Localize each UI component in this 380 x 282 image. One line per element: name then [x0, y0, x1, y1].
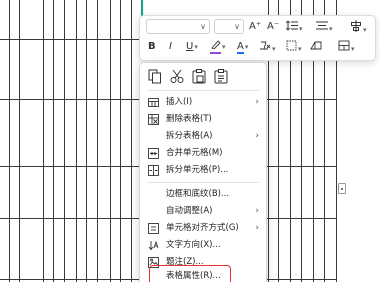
- chevron-down-icon: ∨: [234, 22, 240, 31]
- menu-item-delete-table[interactable]: 删除表格(T): [142, 111, 264, 128]
- menu-item-text-direction[interactable]: 文字方向(X)...: [142, 237, 264, 254]
- submenu-arrow-icon: ›: [255, 131, 259, 141]
- font-color-button[interactable]: A▾: [237, 40, 248, 54]
- eraser-button[interactable]: [310, 40, 322, 56]
- menu-item-split-cells[interactable]: 拆分单元格(P)...: [142, 162, 264, 179]
- context-menu: 插入(I) › 删除表格(T) 拆分表格(A) › 合并单元格(M) 拆分单元格…: [139, 62, 267, 282]
- submenu-arrow-icon: ›: [255, 206, 259, 216]
- menu-item-label: 合并单元格(M): [166, 148, 223, 158]
- menu-item-label: 插入(I): [166, 97, 193, 107]
- menu-item-label: 边框和底纹(B)...: [166, 189, 230, 199]
- highlight-annotation-box: [149, 265, 231, 282]
- line-spacing-icon: [285, 20, 298, 31]
- menu-divider: [147, 90, 259, 91]
- clipboard-row: [146, 67, 230, 87]
- character-shading-button[interactable]: ▾: [259, 40, 276, 56]
- submenu-arrow-icon: ›: [255, 97, 259, 107]
- cut-icon[interactable]: [168, 67, 186, 85]
- highlight-button[interactable]: ▾: [210, 40, 226, 54]
- menu-item-label: 删除表格(T): [166, 114, 212, 124]
- insert-rows-icon: [338, 40, 350, 51]
- clear-format-icon: [260, 41, 271, 50]
- delete-table-icon: [148, 114, 159, 125]
- merge-cells-icon: [148, 148, 159, 159]
- italic-button[interactable]: I: [169, 40, 172, 54]
- menu-item-split-table[interactable]: 拆分表格(A) ›: [142, 128, 264, 145]
- highlighter-icon: [210, 40, 221, 54]
- copy-icon[interactable]: [146, 67, 164, 85]
- paste-text-only-icon[interactable]: [212, 67, 230, 85]
- insert-table-icon: [148, 98, 159, 107]
- paste-icon[interactable]: [190, 67, 208, 85]
- menu-item-insert[interactable]: 插入(I) ›: [142, 94, 264, 111]
- menu-item-label: 拆分表格(A): [166, 131, 213, 141]
- align-button[interactable]: ▾: [316, 20, 333, 36]
- table-style-button[interactable]: ▾: [350, 20, 367, 37]
- bold-button[interactable]: B: [148, 40, 156, 54]
- menu-item-autofit[interactable]: 自动调整(A) ›: [142, 203, 264, 220]
- floating-format-toolbar: ∨ ∨ A⁺ A⁻ ▾ ▾ ▾ B I U▾ ▾ A▾ ▾ ▾ ▾: [139, 15, 376, 61]
- eraser-icon: [310, 41, 322, 50]
- menu-item-merge-cells[interactable]: 合并单元格(M): [142, 145, 264, 162]
- menu-item-cell-alignment[interactable]: 单元格对齐方式(G) ›: [142, 220, 264, 237]
- align-center-icon: [316, 21, 328, 30]
- menu-item-label: 拆分单元格(P)...: [166, 165, 229, 175]
- cell-align-icon: [148, 223, 159, 234]
- line-spacing-button[interactable]: ▾: [285, 20, 303, 36]
- menu-item-label: 文字方向(X)...: [166, 240, 221, 250]
- submenu-arrow-icon: ›: [255, 223, 259, 233]
- table-resize-handle[interactable]: [338, 183, 346, 194]
- underline-label: U: [186, 41, 194, 52]
- font-name-select[interactable]: ∨: [146, 19, 210, 34]
- grow-font-button[interactable]: A⁺: [249, 20, 261, 34]
- font-size-select[interactable]: ∨: [214, 19, 244, 34]
- menu-divider: [147, 182, 259, 183]
- underline-button[interactable]: U▾: [186, 40, 198, 54]
- split-cells-icon: [148, 165, 159, 176]
- text-direction-icon: [148, 240, 159, 251]
- menu-item-borders-shading[interactable]: 边框和底纹(B)...: [142, 186, 264, 203]
- border-button[interactable]: ▾: [286, 40, 302, 56]
- menu-item-label: 单元格对齐方式(G): [166, 223, 239, 233]
- font-color-icon: A: [237, 41, 244, 54]
- shrink-font-button[interactable]: A⁻: [267, 20, 279, 34]
- chevron-down-icon: ∨: [200, 22, 206, 31]
- border-icon: [286, 40, 297, 51]
- insert-row-col-button[interactable]: ▾: [338, 40, 355, 56]
- menu-item-label: 自动调整(A): [166, 206, 213, 216]
- document-canvas: ∨ ∨ A⁺ A⁻ ▾ ▾ ▾ B I U▾ ▾ A▾ ▾ ▾ ▾ 插入(I) …: [0, 0, 380, 282]
- table-align-icon: [351, 20, 361, 32]
